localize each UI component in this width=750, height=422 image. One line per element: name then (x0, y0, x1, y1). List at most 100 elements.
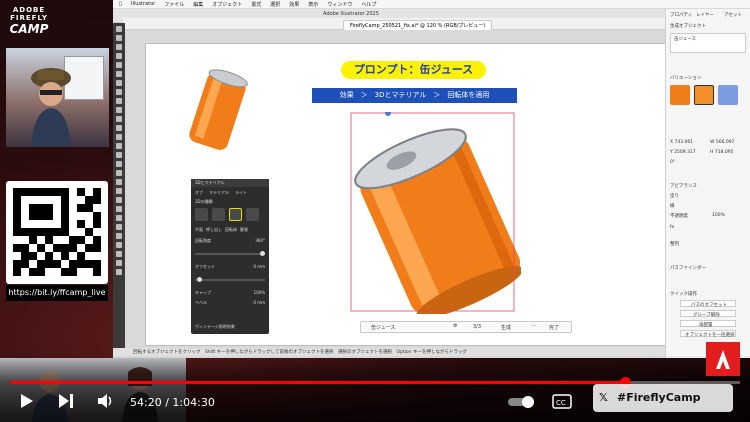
qr-cell (13, 260, 21, 268)
menu-item-edit[interactable]: 編集 (193, 1, 203, 8)
tool-icon[interactable] (116, 44, 122, 50)
tool-icon[interactable] (116, 80, 122, 86)
bevel-value[interactable]: 0 mm (253, 300, 265, 306)
menu-item-select[interactable]: 選択 (270, 1, 280, 8)
menu-item-type[interactable]: 書式 (251, 1, 261, 8)
stream-url[interactable]: https://bit.ly/ffcamp_live (6, 285, 108, 301)
transform-y-value[interactable]: 2509.317 (674, 150, 695, 155)
menu-item-view[interactable]: 表示 (308, 1, 318, 8)
offset-value[interactable]: 0 mm (253, 264, 265, 270)
selection-bounding-box[interactable] (350, 112, 515, 312)
tool-icon[interactable] (116, 161, 122, 167)
tool-icon[interactable] (116, 62, 122, 68)
type-extrude-button[interactable] (212, 208, 225, 221)
offset-path-button[interactable]: パスのオフセット (680, 300, 736, 308)
tool-icon[interactable] (116, 251, 122, 257)
qr-cell (37, 212, 45, 220)
variation-2[interactable] (694, 85, 714, 105)
play-icon[interactable] (20, 393, 34, 413)
menu-item-help[interactable]: ヘルプ (361, 1, 376, 8)
tool-icon[interactable] (116, 179, 122, 185)
type-revolve-button[interactable] (229, 208, 242, 221)
tool-icon[interactable] (116, 71, 122, 77)
tool-icon[interactable] (116, 98, 122, 104)
variation-1[interactable] (670, 85, 690, 105)
tool-icon[interactable] (116, 35, 122, 41)
autoplay-toggle[interactable] (508, 395, 536, 413)
angle-value[interactable]: 360° (255, 238, 265, 244)
menu-item-effect[interactable]: 効果 (289, 1, 299, 8)
tool-icon[interactable] (116, 107, 122, 113)
cap-value[interactable]: 100% (254, 290, 265, 296)
tool-icon[interactable] (116, 53, 122, 59)
angle-slider[interactable] (195, 251, 265, 256)
offset-slider[interactable] (195, 277, 265, 282)
tab-object[interactable]: オブ (195, 190, 203, 196)
qr-cell (93, 260, 101, 268)
qr-cell (13, 220, 21, 228)
menu-item-file[interactable]: ファイル (164, 1, 184, 8)
tool-icon[interactable] (116, 242, 122, 248)
tool-icon[interactable] (116, 215, 122, 221)
generate-button[interactable]: 生成 (501, 324, 511, 331)
qr-cell (13, 228, 21, 236)
qr-cell (45, 244, 53, 252)
transform-h-value[interactable]: 718.095 (715, 150, 734, 155)
tool-icon[interactable] (116, 260, 122, 266)
contextual-task-bar: 缶ジュース ⚙ 3/3 生成 ⋯ 完了 (360, 321, 572, 333)
tool-icon[interactable] (116, 116, 122, 122)
qr-cell (13, 196, 21, 204)
menu-item-object[interactable]: オブジェクト (212, 1, 242, 8)
menu-item-app[interactable]: Illustrator (131, 1, 155, 7)
tool-icon[interactable] (116, 152, 122, 158)
next-icon[interactable] (58, 393, 74, 413)
canvas-area[interactable]: プロンプト：缶ジュース 効果 ＞ 3Dとマテリアル ＞ 回転体を適用 3Dとマテ… (125, 30, 667, 348)
tab-material[interactable]: マテリアル (209, 190, 229, 196)
tool-icon[interactable] (116, 224, 122, 230)
transform-angle[interactable]: 0° (670, 160, 675, 165)
artboard[interactable]: プロンプト：缶ジュース 効果 ＞ 3Dとマテリアル ＞ 回転体を適用 3Dとマテ… (145, 43, 667, 346)
type-flat-button[interactable] (195, 208, 208, 221)
ungroup-button[interactable]: グループ解除 (680, 310, 736, 318)
done-button[interactable]: 完了 (549, 324, 559, 331)
tool-icon[interactable] (116, 197, 122, 203)
type-label-revolve: 回転体 (225, 227, 237, 232)
variation-3[interactable] (718, 85, 738, 105)
select-similar-button[interactable]: オブジェクトを一括選択 (680, 330, 736, 338)
prompt-field[interactable]: 缶ジュース (670, 33, 746, 53)
tool-icon[interactable] (116, 89, 122, 95)
type-inflate-button[interactable] (246, 208, 259, 221)
context-prompt[interactable]: 缶ジュース (371, 324, 395, 331)
vintage-light-option[interactable]: ヴィンテージ照明効果 (195, 324, 235, 330)
transform-x-value[interactable]: 743.061 (675, 140, 694, 145)
fx-label[interactable]: fx (670, 225, 674, 230)
tool-icon[interactable] (116, 269, 122, 275)
small-can-illustration[interactable] (184, 64, 254, 156)
panel-tab-properties[interactable]: プロパティ (670, 12, 692, 18)
rearrange-button[interactable]: 再配置 (680, 320, 736, 328)
tab-light[interactable]: ライト (235, 190, 247, 196)
menu-item-window[interactable]: ウィンドウ (327, 1, 352, 8)
captions-icon[interactable]: CC (552, 394, 572, 413)
opacity-value[interactable]: 100% (712, 213, 725, 218)
panel-tab-layers[interactable]: レイヤー (696, 12, 714, 18)
transform-w-value[interactable]: 566.097 (716, 140, 735, 145)
apple-icon[interactable]:  (119, 1, 122, 7)
qr-cell (93, 244, 101, 252)
panel-tab-assets[interactable]: アセット (724, 12, 742, 18)
tool-icon[interactable] (116, 206, 122, 212)
tool-icon[interactable] (116, 170, 122, 176)
tool-icon[interactable] (116, 233, 122, 239)
qr-cell (45, 260, 53, 268)
tool-icon[interactable] (116, 188, 122, 194)
3d-materials-panel[interactable]: 3Dとマテリアル オブ マテリアル ライト 3Dの種類 平面 押し出し 回転体 (191, 179, 269, 334)
tool-icon[interactable] (116, 125, 122, 131)
qr-cell (45, 268, 53, 276)
qr-code[interactable] (6, 181, 108, 284)
tool-icon[interactable] (116, 26, 122, 32)
tool-icon[interactable] (116, 143, 122, 149)
more-icon[interactable]: ⋯ (531, 323, 536, 329)
volume-icon[interactable] (97, 393, 115, 413)
tool-icon[interactable] (116, 134, 122, 140)
settings-icon[interactable]: ⚙ (453, 323, 457, 329)
